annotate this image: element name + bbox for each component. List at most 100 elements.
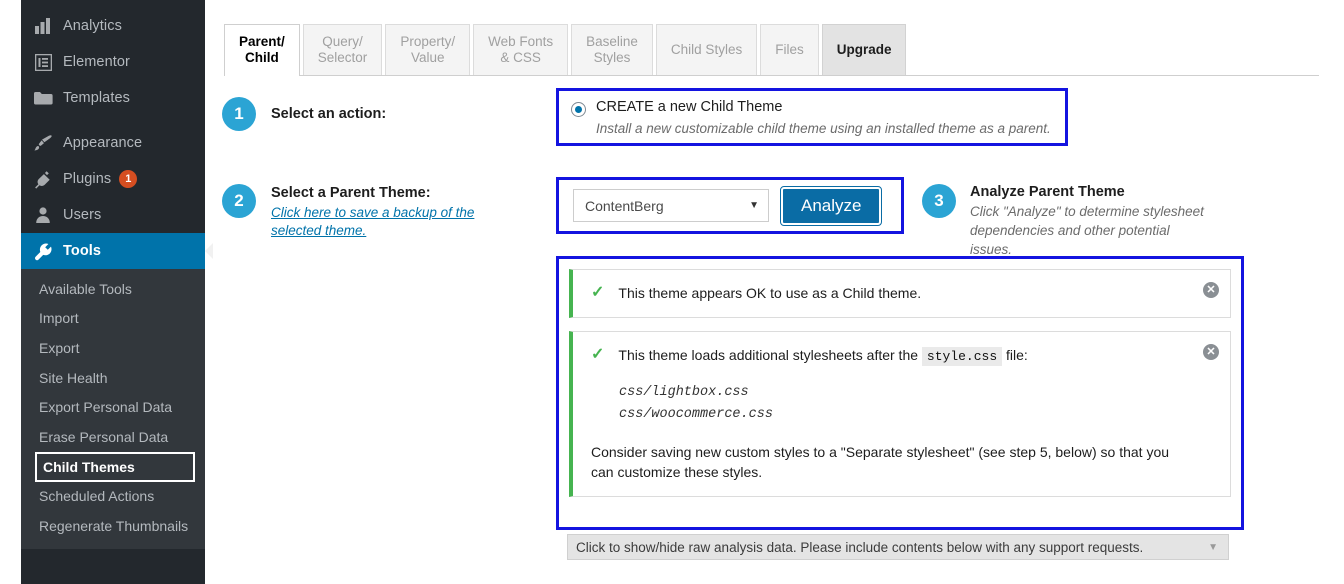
sidebar-item-templates[interactable]: Templates [21, 80, 205, 116]
parent-theme-selection-box: ContentBerg ▼ Analyze [556, 177, 904, 234]
style-css-code: style.css [921, 347, 1003, 366]
chevron-down-icon: ▼ [749, 200, 759, 211]
submenu-item-available-tools[interactable]: Available Tools [21, 274, 205, 304]
tab-parent-child[interactable]: Parent/ Child [224, 24, 300, 76]
sidebar-item-label: Plugins [63, 171, 112, 187]
submenu-item-erase-personal-data[interactable]: Erase Personal Data [21, 422, 205, 452]
step-2-text-group: Select a Parent Theme: Click here to sav… [271, 184, 526, 240]
submenu-item-label: Child Themes [43, 458, 135, 475]
tab-label-line2: Selector [317, 50, 368, 65]
radio-description: Install a new customizable child theme u… [596, 121, 1051, 136]
sidebar-item-label: Appearance [63, 135, 143, 151]
step-3-title: Analyze Parent Theme [970, 184, 1125, 200]
radio-title: CREATE a new Child Theme [596, 99, 783, 115]
step-2-title: Select a Parent Theme: [271, 185, 431, 201]
sidebar-item-analytics[interactable]: Analytics [21, 8, 205, 44]
paintbrush-icon [32, 132, 54, 154]
wrench-icon [32, 240, 54, 262]
sidebar-item-label: Analytics [63, 18, 122, 34]
tab-child-styles[interactable]: Child Styles [655, 24, 758, 75]
tab-list: Parent/ Child Query/ Selector Property/ … [224, 24, 1319, 76]
tab-label-line1: Files [775, 42, 804, 57]
tab-label-line1: Baseline [586, 34, 638, 49]
notice-text-after-code: file: [1006, 347, 1028, 363]
notice-text-before-code: This theme loads additional stylesheets … [618, 347, 919, 363]
sidebar-item-label: Users [63, 207, 102, 223]
step-2-number: 2 [222, 184, 256, 218]
notice-row: ✓ This theme appears OK to use as a Chil… [591, 284, 1190, 303]
check-icon: ✓ [591, 346, 605, 363]
notice-additional-stylesheets: ✓ This theme loads additional stylesheet… [569, 331, 1231, 497]
tab-bar: Parent/ Child Query/ Selector Property/ … [224, 24, 1319, 76]
radio-text-group: CREATE a new Child Theme Install a new c… [596, 99, 1051, 137]
submenu-item-child-themes[interactable]: Child Themes [35, 451, 195, 482]
tab-label-line1: Web Fonts [488, 34, 554, 49]
analyze-button[interactable]: Analyze [779, 185, 883, 226]
tab-label-line2: Value [410, 50, 445, 65]
sidebar-item-appearance[interactable]: Appearance [21, 125, 205, 161]
tab-label-line1: Parent/ [239, 34, 285, 49]
raw-analysis-data-toggle[interactable]: Click to show/hide raw analysis data. Pl… [567, 534, 1229, 560]
notice-consider-text: Consider saving new custom styles to a "… [591, 444, 1170, 480]
tab-web-fonts-css[interactable]: Web Fonts & CSS [473, 24, 569, 75]
submenu-item-label: Export Personal Data [39, 399, 173, 416]
sidebar-item-tools[interactable]: Tools [21, 233, 213, 269]
tools-submenu: Available Tools Import Export Site Healt… [21, 269, 205, 549]
parent-theme-select[interactable]: ContentBerg ▼ [573, 189, 769, 222]
admin-sidebar: Analytics Elementor Templates Appearance [21, 0, 213, 584]
tab-label-line1: Child Styles [670, 42, 743, 57]
step-3-description: Click "Analyze" to determine stylesheet … [970, 204, 1204, 257]
sidebar-item-label: Elementor [63, 54, 130, 70]
submenu-item-label: Available Tools [39, 280, 132, 297]
folder-icon [32, 87, 54, 109]
submenu-item-label: Scheduled Actions [39, 488, 155, 505]
parent-theme-select-value: ContentBerg [585, 197, 664, 214]
radio-selected-dot [575, 106, 582, 113]
chevron-down-icon: ▼ [1208, 541, 1218, 553]
submenu-item-site-health[interactable]: Site Health [21, 363, 205, 393]
radio-create-child-theme[interactable] [571, 102, 586, 117]
action-selection-box: CREATE a new Child Theme Install a new c… [556, 88, 1068, 146]
submenu-item-label: Import [39, 310, 79, 327]
tab-label-line1: Property/ [400, 34, 456, 49]
submenu-item-label: Export [39, 339, 80, 356]
submenu-item-label: Site Health [39, 369, 108, 386]
plug-icon [32, 168, 54, 190]
tab-files[interactable]: Files [760, 24, 819, 75]
sidebar-item-label: Tools [63, 243, 102, 259]
list-item: css/woocommerce.css [619, 407, 773, 422]
backup-theme-link[interactable]: Click here to save a backup of the selec… [271, 204, 526, 240]
plugins-update-badge: 1 [119, 170, 138, 188]
notice-text: This theme loads additional stylesheets … [618, 346, 1028, 366]
submenu-item-export[interactable]: Export [21, 333, 205, 363]
sidebar-item-users[interactable]: Users [21, 197, 205, 233]
submenu-item-export-personal-data[interactable]: Export Personal Data [21, 392, 205, 422]
tab-baseline-styles[interactable]: Baseline Styles [571, 24, 653, 75]
step-3-row: 3 Analyze Parent Theme Click "Analyze" t… [922, 184, 1210, 259]
submenu-item-label: Erase Personal Data [39, 428, 169, 445]
bar-chart-icon [32, 15, 54, 37]
close-icon[interactable]: ✕ [1203, 344, 1219, 360]
sidebar-item-elementor[interactable]: Elementor [21, 44, 205, 80]
notice-text: This theme appears OK to use as a Child … [618, 285, 922, 301]
close-icon[interactable]: ✕ [1203, 282, 1219, 298]
tab-label-line1: Query/ [322, 34, 363, 49]
tab-query-selector[interactable]: Query/ Selector [302, 24, 383, 75]
elementor-icon [32, 51, 54, 73]
list-item: css/lightbox.css [619, 385, 749, 400]
stylesheet-file-list: css/lightbox.css css/woocommerce.css [619, 382, 1190, 426]
tab-upgrade[interactable]: Upgrade [821, 24, 907, 75]
submenu-item-regenerate-thumbnails[interactable]: Regenerate Thumbnails [21, 511, 205, 541]
tab-label-line2: Styles [593, 50, 631, 65]
step-1-number: 1 [222, 97, 256, 131]
submenu-item-scheduled-actions[interactable]: Scheduled Actions [21, 482, 205, 512]
user-icon [32, 204, 54, 226]
tab-property-value[interactable]: Property/ Value [385, 24, 471, 75]
tab-label-line2: & CSS [500, 50, 541, 65]
notice-theme-ok: ✓ This theme appears OK to use as a Chil… [569, 269, 1231, 318]
sidebar-item-plugins[interactable]: Plugins 1 [21, 161, 205, 197]
check-icon: ✓ [591, 284, 605, 301]
submenu-item-label: Regenerate Thumbnails [39, 517, 189, 534]
sidebar-top-menu: Analytics Elementor Templates Appearance [21, 0, 213, 269]
submenu-item-import[interactable]: Import [21, 304, 205, 334]
